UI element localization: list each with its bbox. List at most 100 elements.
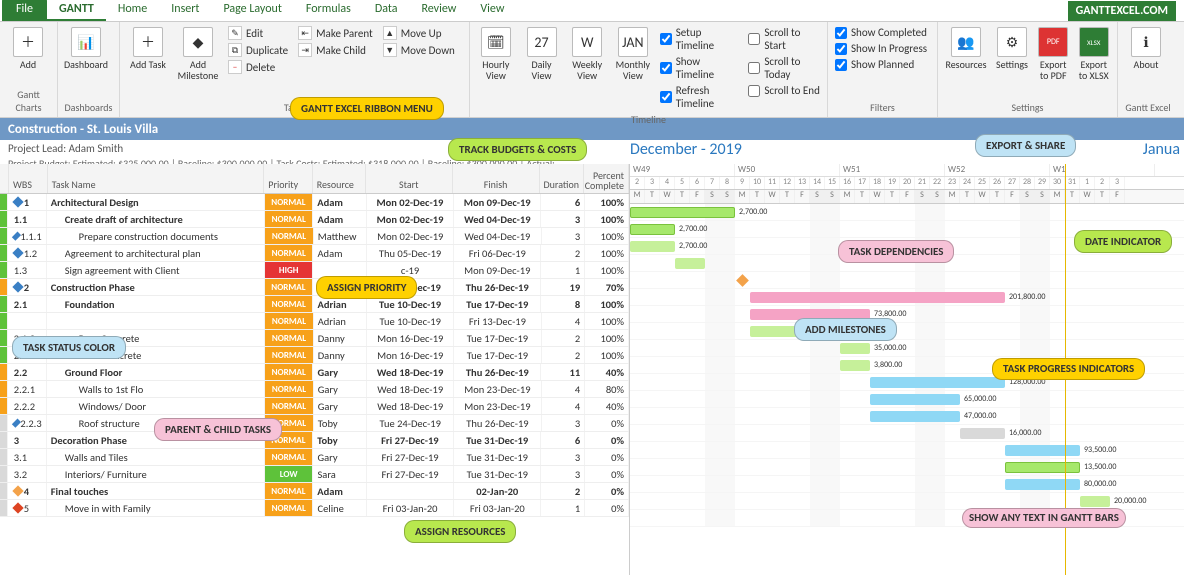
move-up-button[interactable]: ▲Move Up [381,25,457,41]
callout-dependencies: TASK DEPENDENCIES [838,240,954,263]
table-row[interactable]: 2.2.2Windows/ DoorNORMALGaryWed 18-Dec-1… [0,398,629,415]
export-pdf-button[interactable]: PDFExport to PDF [1036,25,1071,99]
table-row[interactable]: 1.3Sign agreement with ClientHIGHc-19Mon… [0,262,629,279]
ribbon: ＋ Add Gantt Charts 📊 Dashboard Dashboard… [0,22,1184,118]
calendar-icon: JAN [618,27,648,57]
copy-icon: ⧉ [228,43,242,57]
diamond-icon: ◆ [183,27,213,57]
hourly-view-button[interactable]: 🗓Hourly View [476,25,516,111]
table-row[interactable]: 1.1Create draft of architectureNORMALAda… [0,211,629,228]
table-row[interactable]: NORMALAdrianTue 10-Dec-19Fri 13-Dec-1941… [0,313,629,330]
make-child-button[interactable]: ⇥Make Child [296,42,375,58]
callout-track: TRACK BUDGETS & COSTS [448,138,587,161]
gantt-bar[interactable] [1005,479,1080,490]
callout-milestones: ADD MILESTONES [794,318,897,341]
daily-view-button[interactable]: 27Daily View [522,25,562,111]
tab-gantt[interactable]: GANTT [47,0,106,21]
gantt-row: 93,500.00 [630,442,1184,459]
table-row[interactable]: 1.1.1Prepare construction documentsNORMA… [0,228,629,245]
gantt-bar[interactable] [870,377,1005,388]
monthly-view-button[interactable]: JANMonthly View [613,25,653,111]
add-task-button[interactable]: ＋ Add Task [126,25,170,99]
week-header: W49W50W51W52W1 [630,164,1184,177]
gantt-row: 35,000.00 [630,323,1184,340]
gantt-bar[interactable] [675,258,705,269]
arrow-up-icon: ▲ [383,26,397,40]
gantt-bar[interactable] [870,411,960,422]
gantt-bar[interactable] [1005,445,1080,456]
table-row[interactable]: 2.2.3Roof structureNORMALTobyTue 24-Dec-… [0,415,629,432]
table-row[interactable]: 3Decoration PhaseNORMALTobyFri 27-Dec-19… [0,432,629,449]
xlsx-icon: XLSX [1079,27,1109,57]
callout-status: TASK STATUS COLOR [12,336,126,359]
make-parent-button[interactable]: ⇤Make Parent [296,25,375,41]
gantt-bar[interactable] [630,224,675,235]
arrow-down-icon: ▼ [383,43,397,57]
bar-chart-icon: 📊 [71,27,101,57]
gantt-row [630,272,1184,289]
tab-formulas[interactable]: Formulas [294,0,363,21]
gantt-bar[interactable] [1005,462,1080,473]
tab-insert[interactable]: Insert [159,0,211,21]
table-row[interactable]: 1Architectural DesignNORMALAdamMon 02-De… [0,194,629,211]
gantt-bar[interactable] [1080,496,1110,507]
gantt-bar[interactable] [630,207,735,218]
move-down-button[interactable]: ▼Move Down [381,42,457,58]
tab-data[interactable]: Data [363,0,410,21]
gantt-row: 16,000.00 [630,425,1184,442]
callout-ribbon: GANTT EXCEL RIBBON MENU [290,97,444,120]
add-chart-button[interactable]: ＋ Add [6,25,50,86]
callout-parentchild: PARENT & CHILD TASKS [154,418,282,441]
duplicate-button[interactable]: ⧉Duplicate [226,42,290,58]
gantt-bar[interactable] [960,428,1005,439]
delete-button[interactable]: −Delete [226,59,290,75]
scroll-today-check[interactable]: Scroll to Today [747,54,821,82]
tab-strip: File GANTT Home Insert Page Layout Formu… [0,0,1184,22]
table-row[interactable]: 2Construction PhaseNORMALAdamTue 10-Dec-… [0,279,629,296]
calendar-icon: 🗓 [481,27,511,57]
edit-button[interactable]: ✎Edit [226,25,290,41]
gantt-bar[interactable] [630,241,675,252]
settings-button[interactable]: ⚙Settings [994,25,1030,99]
show-inprogress-check[interactable]: Show In Progress [834,41,928,56]
about-button[interactable]: ℹAbout [1124,25,1168,99]
table-row[interactable]: 1.2Agreement to architectural planNORMAL… [0,245,629,262]
milestone-marker[interactable] [736,274,749,287]
export-xlsx-button[interactable]: XLSXExport to XLSX [1076,25,1111,99]
resources-button[interactable]: 👥Resources [944,25,988,99]
gantt-bar[interactable] [840,360,870,371]
callout-showtext: SHOW ANY TEXT IN GANTT BARS [962,508,1126,528]
people-icon: 👥 [951,27,981,57]
gantt-row: 35,000.00 [630,340,1184,357]
add-milestone-button[interactable]: ◆ Add Milestone [176,25,220,99]
show-completed-check[interactable]: Show Completed [834,25,928,40]
gantt-row: 13,500.00 [630,459,1184,476]
weekly-view-button[interactable]: WWeekly View [567,25,607,111]
refresh-timeline-check[interactable]: Refresh Timeline [659,83,742,111]
table-row[interactable]: 5Move in with FamilyNORMALCelineFri 03-J… [0,500,629,517]
tab-home[interactable]: Home [106,0,159,21]
pencil-icon: ✎ [228,26,242,40]
scroll-start-check[interactable]: Scroll to Start [747,25,821,53]
tab-view[interactable]: View [468,0,516,21]
scroll-end-check[interactable]: Scroll to End [747,83,821,98]
gantt-bar[interactable] [870,394,960,405]
table-row[interactable]: 2.2.1Walls to 1st FloNORMALGaryWed 18-De… [0,381,629,398]
show-timeline-check[interactable]: Show Timeline [659,54,742,82]
gantt-bar[interactable] [750,292,1005,303]
month-next: Janua [1143,140,1180,159]
tab-review[interactable]: Review [409,0,468,21]
setup-timeline-check[interactable]: Setup Timeline [659,25,742,53]
table-row[interactable]: 2.1FoundationNORMALAdrianTue 10-Dec-19Tu… [0,296,629,313]
tab-file[interactable]: File [2,0,47,21]
dashboard-button[interactable]: 📊 Dashboard [64,25,108,99]
callout-progress: TASK PROGRESS INDICATORS [992,358,1145,380]
table-row[interactable]: 3.1Walls and TilesNORMALGaryFri 27-Dec-1… [0,449,629,466]
table-row[interactable]: 3.2Interiors/ FurnitureLOWSaraFri 27-Dec… [0,466,629,483]
task-table: WBS Task Name Priority Resource Start Fi… [0,164,630,575]
show-planned-check[interactable]: Show Planned [834,57,928,72]
tab-pagelayout[interactable]: Page Layout [211,0,293,21]
table-row[interactable]: 2.2Ground FloorNORMALGaryWed 18-Dec-19Th… [0,364,629,381]
gantt-bar[interactable] [840,343,870,354]
table-row[interactable]: 4Final touchesNORMALAdam02-Jan-2020% [0,483,629,500]
